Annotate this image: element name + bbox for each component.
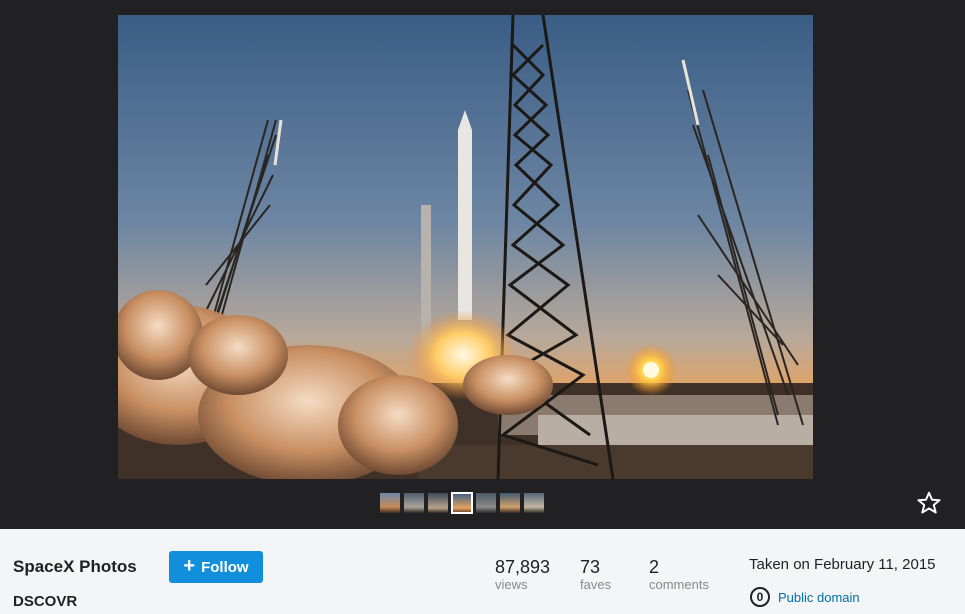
stat-views: 87,893 views: [495, 557, 550, 593]
thumb-2[interactable]: [404, 493, 424, 513]
plus-icon: +: [183, 555, 196, 577]
photo-title: DSCOVR: [13, 593, 78, 610]
thumbnail-strip: [380, 492, 544, 514]
stat-comments: 2 comments: [649, 557, 709, 593]
photo-info-bar: SpaceX Photos + Follow DSCOVR 87,893 vie…: [0, 529, 965, 614]
star-outline-icon[interactable]: [916, 490, 942, 516]
public-domain-icon: 0: [750, 587, 770, 607]
owner-name[interactable]: SpaceX Photos: [13, 557, 137, 577]
stat-label: views: [495, 577, 528, 592]
follow-button[interactable]: + Follow: [169, 551, 263, 583]
thumb-3[interactable]: [428, 493, 448, 513]
stat-value: 2: [649, 557, 660, 577]
thumb-5[interactable]: [476, 493, 496, 513]
license[interactable]: 0 Public domain: [750, 587, 860, 607]
thumb-6[interactable]: [500, 493, 520, 513]
taken-date[interactable]: Taken on February 11, 2015: [749, 556, 936, 573]
stat-faves: 73 faves: [580, 557, 611, 593]
stat-label: faves: [580, 577, 612, 592]
thumb-7[interactable]: [524, 493, 544, 513]
stat-label: comments: [649, 577, 709, 592]
main-photo[interactable]: [118, 15, 813, 479]
thumb-4[interactable]: [451, 492, 473, 514]
stat-value: 87,893: [495, 557, 551, 577]
thumb-1[interactable]: [380, 493, 400, 513]
follow-label: Follow: [201, 558, 249, 576]
photo-viewer: [0, 0, 965, 529]
stat-value: 73: [580, 557, 601, 577]
license-label[interactable]: Public domain: [778, 590, 860, 605]
